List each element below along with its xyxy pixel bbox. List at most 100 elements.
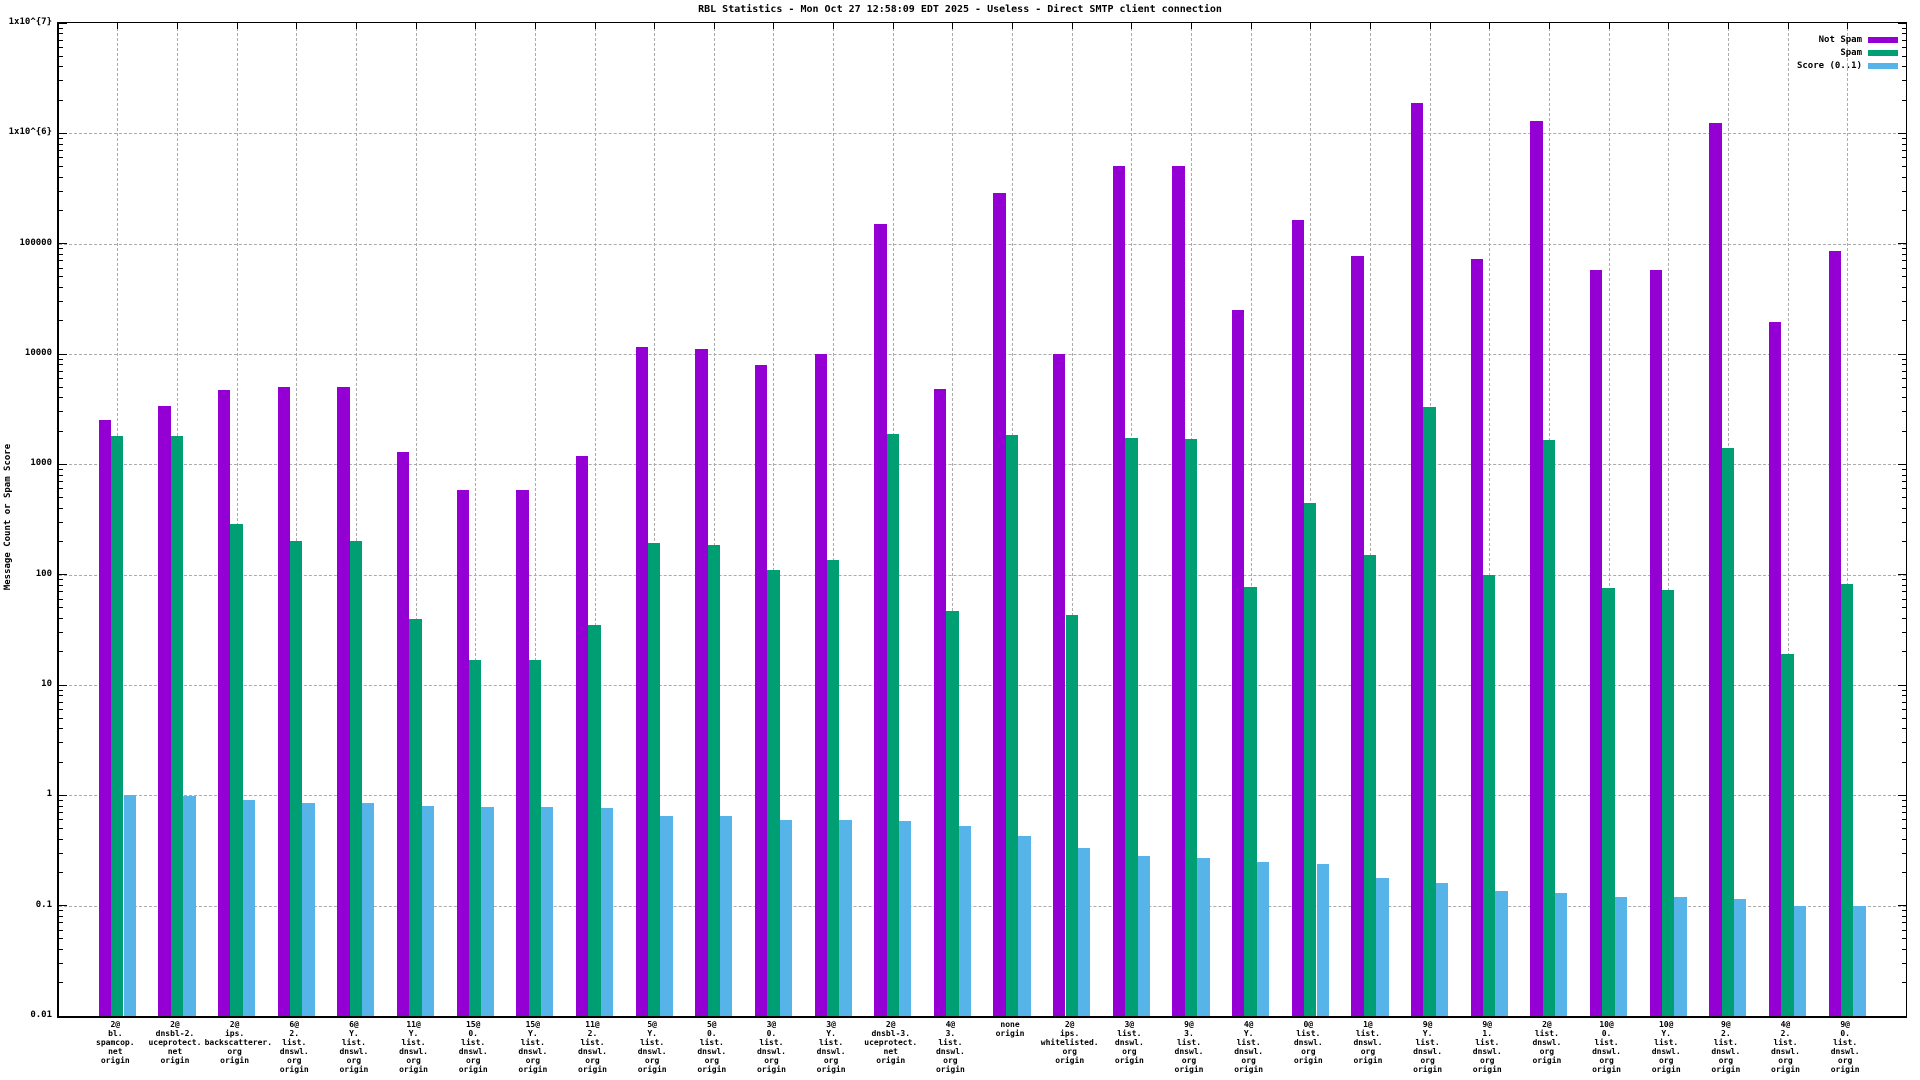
y-minor-tick-right <box>1902 28 1906 29</box>
y-minor-tick-left <box>59 359 63 360</box>
y-minor-tick-left <box>59 28 63 29</box>
y-minor-tick-left <box>59 949 63 950</box>
x-tick-label-line: list. <box>1636 1038 1696 1047</box>
x-tick-label-line: origin <box>1040 1056 1100 1065</box>
x-tick-label-line: org <box>1338 1047 1398 1056</box>
x-tick-top <box>296 23 297 29</box>
bar-score-0-1 <box>1734 899 1746 1016</box>
x-tick-label-line: 2. <box>1696 1029 1756 1038</box>
x-tick-label-line: dnswl. <box>443 1047 503 1056</box>
h-gridline <box>59 795 1906 796</box>
x-tick-label-line: 0. <box>682 1029 742 1038</box>
x-tick-label-line: list. <box>1696 1038 1756 1047</box>
x-tick-label-line: dnswl. <box>801 1047 861 1056</box>
y-minor-tick-right <box>1902 56 1906 57</box>
x-tick-label-line: origin <box>443 1065 503 1074</box>
y-major-tick-left <box>59 574 67 575</box>
x-tick-label-line: list. <box>1338 1029 1398 1038</box>
y-minor-tick-right <box>1902 80 1906 81</box>
y-minor-tick-right <box>1902 40 1906 41</box>
x-tick-label-line: net <box>145 1047 205 1056</box>
x-tick-top <box>177 23 178 29</box>
y-minor-tick-right <box>1902 481 1906 482</box>
x-tick-top <box>952 23 953 29</box>
y-minor-tick-left <box>59 248 63 249</box>
x-tick-label-line: origin <box>801 1065 861 1074</box>
x-tick-top <box>1728 23 1729 29</box>
y-minor-tick-right <box>1902 138 1906 139</box>
y-minor-tick-left <box>59 541 63 542</box>
y-tick-label: 10 <box>0 679 52 689</box>
x-tick-top <box>833 23 834 29</box>
y-minor-tick-right <box>1902 522 1906 523</box>
x-tick-label-line: list. <box>563 1038 623 1047</box>
y-minor-tick-left <box>59 690 63 691</box>
x-tick-label-line: origin <box>1099 1056 1159 1065</box>
y-minor-tick-left <box>59 260 63 261</box>
x-tick-label-line: 0. <box>1577 1029 1637 1038</box>
x-tick-label-line: 0. <box>1815 1029 1875 1038</box>
x-tick-top <box>356 23 357 29</box>
y-minor-tick-right <box>1902 287 1906 288</box>
x-tick-label-line: dnswl. <box>264 1047 324 1056</box>
x-tick-label: 15@0.list.dnswl.orgorigin <box>443 1020 503 1074</box>
x-tick-label-line: org <box>205 1047 265 1056</box>
x-tick-label: 3@list.dnswl.orgorigin <box>1099 1020 1159 1065</box>
y-minor-tick-left <box>59 488 63 489</box>
y-major-tick-left <box>59 133 67 134</box>
bar-not-spam <box>1292 220 1304 1016</box>
x-tick-label-line: dnsbl-3. <box>861 1029 921 1038</box>
y-minor-tick-right <box>1902 728 1906 729</box>
bar-not-spam <box>278 387 290 1016</box>
y-minor-tick-right <box>1902 922 1906 923</box>
y-minor-tick-right <box>1902 695 1906 696</box>
bar-not-spam <box>158 406 170 1016</box>
x-tick-label-line: dnswl. <box>1099 1038 1159 1047</box>
x-tick-label-line: org <box>1577 1056 1637 1065</box>
bar-spam <box>409 619 421 1016</box>
bar-score-0-1 <box>1376 878 1388 1016</box>
x-tick-label-line: origin <box>264 1065 324 1074</box>
x-tick-label: 5@0.list.dnswl.orgorigin <box>682 1020 742 1074</box>
bar-score-0-1 <box>601 808 613 1016</box>
bar-spam <box>1185 439 1197 1016</box>
y-minor-tick-right <box>1902 475 1906 476</box>
bar-score-0-1 <box>243 800 255 1016</box>
bar-not-spam <box>1232 310 1244 1016</box>
y-minor-tick-right <box>1902 702 1906 703</box>
bar-spam <box>827 560 839 1016</box>
y-minor-tick-right <box>1902 47 1906 48</box>
x-tick-label-line: 11@ <box>563 1020 623 1029</box>
y-minor-tick-left <box>59 481 63 482</box>
y-minor-tick-right <box>1902 488 1906 489</box>
x-tick-label-line: dnswl. <box>741 1047 801 1056</box>
legend-row: Score (0..1) <box>1797 59 1898 72</box>
x-tick-top <box>1072 23 1073 29</box>
y-minor-tick-right <box>1902 982 1906 983</box>
x-tick-label-line: list. <box>741 1038 801 1047</box>
bar-score-0-1 <box>1495 891 1507 1016</box>
x-tick-top <box>237 23 238 29</box>
x-tick-top <box>475 23 476 29</box>
y-minor-tick-left <box>59 364 63 365</box>
y-minor-tick-right <box>1902 709 1906 710</box>
bar-spam <box>171 436 183 1016</box>
bar-not-spam <box>337 387 349 1016</box>
x-tick-label-line: dnswl. <box>682 1047 742 1056</box>
x-tick-label-line: 3@ <box>801 1020 861 1029</box>
x-tick-label: noneorigin <box>980 1020 1040 1038</box>
y-minor-tick-right <box>1902 268 1906 269</box>
x-tick-top <box>117 23 118 29</box>
bar-not-spam <box>1769 322 1781 1016</box>
y-minor-tick-right <box>1902 497 1906 498</box>
bar-score-0-1 <box>1078 848 1090 1016</box>
y-minor-tick-right <box>1902 276 1906 277</box>
y-minor-tick-right <box>1902 100 1906 101</box>
y-tick-label: 10000 <box>0 348 52 358</box>
rbl-statistics-chart: RBL Statistics - Mon Oct 27 12:58:09 EDT… <box>0 0 1920 1080</box>
y-minor-tick-right <box>1902 371 1906 372</box>
x-tick-label-line: dnswl. <box>563 1047 623 1056</box>
x-tick-label-line: 9@ <box>1815 1020 1875 1029</box>
y-minor-tick-left <box>59 579 63 580</box>
x-tick-label-line: origin <box>384 1065 444 1074</box>
